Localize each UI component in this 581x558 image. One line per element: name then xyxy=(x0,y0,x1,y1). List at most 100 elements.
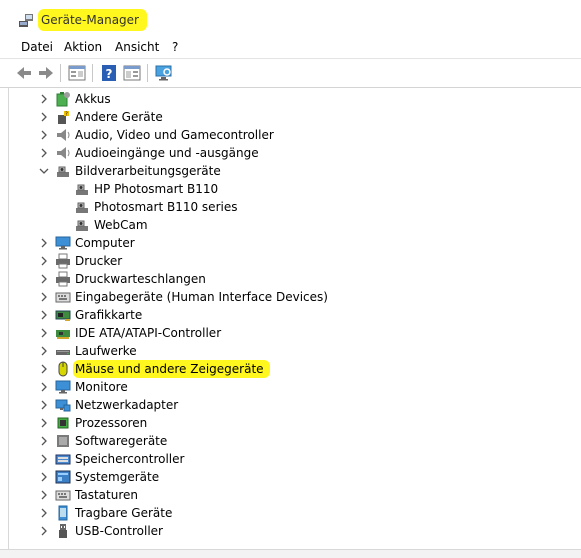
tree-node-label: Druckwarteschlangen xyxy=(75,272,206,286)
menu-aktion[interactable]: Aktion xyxy=(64,39,102,55)
chevron-right-icon[interactable] xyxy=(37,146,51,160)
chevron-down-icon[interactable] xyxy=(37,164,51,178)
chevron-right-icon[interactable] xyxy=(37,398,51,412)
tree-node-tastaturen[interactable]: Tastaturen xyxy=(9,486,569,504)
chevron-right-icon[interactable] xyxy=(37,416,51,430)
tree-child-webcam[interactable]: WebCam xyxy=(9,216,569,234)
tree-node-netzwerkadapter[interactable]: Netzwerkadapter xyxy=(9,396,569,414)
menu-datei[interactable]: Datei xyxy=(21,39,53,55)
tree-node-label: Akkus xyxy=(75,92,111,106)
tree-node-label: Mäuse und andere Zeigegeräte xyxy=(73,360,270,378)
tree-node-usb-controller[interactable]: USB-Controller xyxy=(9,522,569,540)
toolbar-separator xyxy=(92,64,93,82)
tree-node-label: Laufwerke xyxy=(75,344,137,358)
tree-child-label: HP Photosmart B110 xyxy=(94,182,219,196)
tree-node-prozessoren[interactable]: Prozessoren xyxy=(9,414,569,432)
camera-icon xyxy=(74,217,90,233)
chevron-right-icon[interactable] xyxy=(37,272,51,286)
portable-device-icon xyxy=(55,505,71,521)
tree-child-label: Photosmart B110 series xyxy=(94,200,238,214)
system-device-icon xyxy=(55,469,71,485)
chevron-right-icon[interactable] xyxy=(37,308,51,322)
tree-node-drucker[interactable]: Drucker xyxy=(9,252,569,270)
tree-node-label: USB-Controller xyxy=(75,524,163,538)
chevron-right-icon[interactable] xyxy=(37,506,51,520)
forward-icon[interactable] xyxy=(36,63,56,83)
help-icon[interactable]: ? xyxy=(99,63,119,83)
device-tree: Akkus ? Andere Geräte Audio, Video und Game… xyxy=(8,88,581,549)
chevron-right-icon[interactable] xyxy=(37,236,51,250)
tree-child-label: WebCam xyxy=(94,218,148,232)
chevron-right-icon[interactable] xyxy=(37,290,51,304)
keyboard-icon xyxy=(55,487,71,503)
chevron-right-icon[interactable] xyxy=(37,92,51,106)
chevron-right-icon[interactable] xyxy=(37,344,51,358)
tree-node-label: Monitore xyxy=(75,380,128,394)
usb-icon xyxy=(55,523,71,539)
properties-view-icon[interactable] xyxy=(67,63,87,83)
speaker-icon xyxy=(55,145,71,161)
tree-node-monitore[interactable]: Monitore xyxy=(9,378,569,396)
tree-node-label: Eingabegeräte (Human Interface Devices) xyxy=(75,290,328,304)
device-manager-icon xyxy=(19,14,33,27)
tree-node-ide-ata-atapi-controller[interactable]: IDE ATA/ATAPI-Controller xyxy=(9,324,569,342)
chevron-right-icon[interactable] xyxy=(37,380,51,394)
mouse-icon xyxy=(55,361,71,377)
software-device-icon xyxy=(55,433,71,449)
menu-help[interactable]: ? xyxy=(172,39,178,55)
drive-icon xyxy=(55,343,71,359)
tree-node-label: Grafikkarte xyxy=(75,308,143,322)
chevron-right-icon[interactable] xyxy=(37,326,51,340)
back-icon[interactable] xyxy=(14,63,34,83)
tree-node-label: Computer xyxy=(75,236,135,250)
toolbar: ? xyxy=(0,58,581,88)
tree-node-maeuse-und-andere-zeigegeraete[interactable]: Mäuse und andere Zeigegeräte xyxy=(9,360,569,378)
tree-node-tragbare-geraete[interactable]: Tragbare Geräte xyxy=(9,504,569,522)
camera-icon xyxy=(74,199,90,215)
tree-node-bildverarbeitungsgeraete[interactable]: Bildverarbeitungsgeräte xyxy=(9,162,569,180)
graphics-card-icon xyxy=(55,307,71,323)
tree-child-hp-photosmart-b110[interactable]: HP Photosmart B110 xyxy=(9,180,569,198)
toolbar-separator xyxy=(60,64,61,82)
tree-node-softwaregeraete[interactable]: Softwaregeräte xyxy=(9,432,569,450)
svg-text:?: ? xyxy=(65,112,68,118)
title-bar: Geräte-Manager xyxy=(0,0,581,36)
monitor-icon xyxy=(55,379,71,395)
scan-hardware-icon[interactable] xyxy=(154,63,174,83)
tree-node-druckwarteschlangen[interactable]: Druckwarteschlangen xyxy=(9,270,569,288)
camera-icon xyxy=(55,163,71,179)
tree-node-systemgeraete[interactable]: Systemgeräte xyxy=(9,468,569,486)
tree-node-speichercontroller[interactable]: Speichercontroller xyxy=(9,450,569,468)
processor-icon xyxy=(55,415,71,431)
keyboard-icon xyxy=(55,289,71,305)
tree-child-photosmart-b110-series[interactable]: Photosmart B110 series xyxy=(9,198,569,216)
chevron-right-icon[interactable] xyxy=(37,254,51,268)
tree-node-audioeingaenge-und-ausgaenge[interactable]: Audioeingänge und -ausgänge xyxy=(9,144,569,162)
chevron-right-icon[interactable] xyxy=(37,128,51,142)
tree-node-grafikkarte[interactable]: Grafikkarte xyxy=(9,306,569,324)
tree-node-andere-geraete[interactable]: ? Andere Geräte xyxy=(9,108,569,126)
printer-icon xyxy=(55,253,71,269)
tree-node-computer[interactable]: Computer xyxy=(9,234,569,252)
menu-ansicht[interactable]: Ansicht xyxy=(115,39,159,55)
chevron-right-icon[interactable] xyxy=(37,524,51,538)
tree-node-eingabegeraete-human-interface-devices[interactable]: Eingabegeräte (Human Interface Devices) xyxy=(9,288,569,306)
toolbar-separator xyxy=(147,64,148,82)
tree-node-label: Prozessoren xyxy=(75,416,148,430)
camera-icon xyxy=(74,181,90,197)
menu-bar: Datei Aktion Ansicht ? xyxy=(0,36,581,58)
tree-node-audio-video-und-gamecontroller[interactable]: Audio, Video und Gamecontroller xyxy=(9,126,569,144)
chevron-right-icon[interactable] xyxy=(37,362,51,376)
chevron-right-icon[interactable] xyxy=(37,488,51,502)
tree-node-akkus[interactable]: Akkus xyxy=(9,90,569,108)
window-title: Geräte-Manager xyxy=(38,9,147,31)
action-view-icon[interactable] xyxy=(122,63,142,83)
tree-node-label: Netzwerkadapter xyxy=(75,398,179,412)
tree-node-label: Drucker xyxy=(75,254,123,268)
chevron-right-icon[interactable] xyxy=(37,434,51,448)
tree-node-label: Softwaregeräte xyxy=(75,434,168,448)
chevron-right-icon[interactable] xyxy=(37,110,51,124)
chevron-right-icon[interactable] xyxy=(37,470,51,484)
chevron-right-icon[interactable] xyxy=(37,452,51,466)
tree-node-laufwerke[interactable]: Laufwerke xyxy=(9,342,569,360)
